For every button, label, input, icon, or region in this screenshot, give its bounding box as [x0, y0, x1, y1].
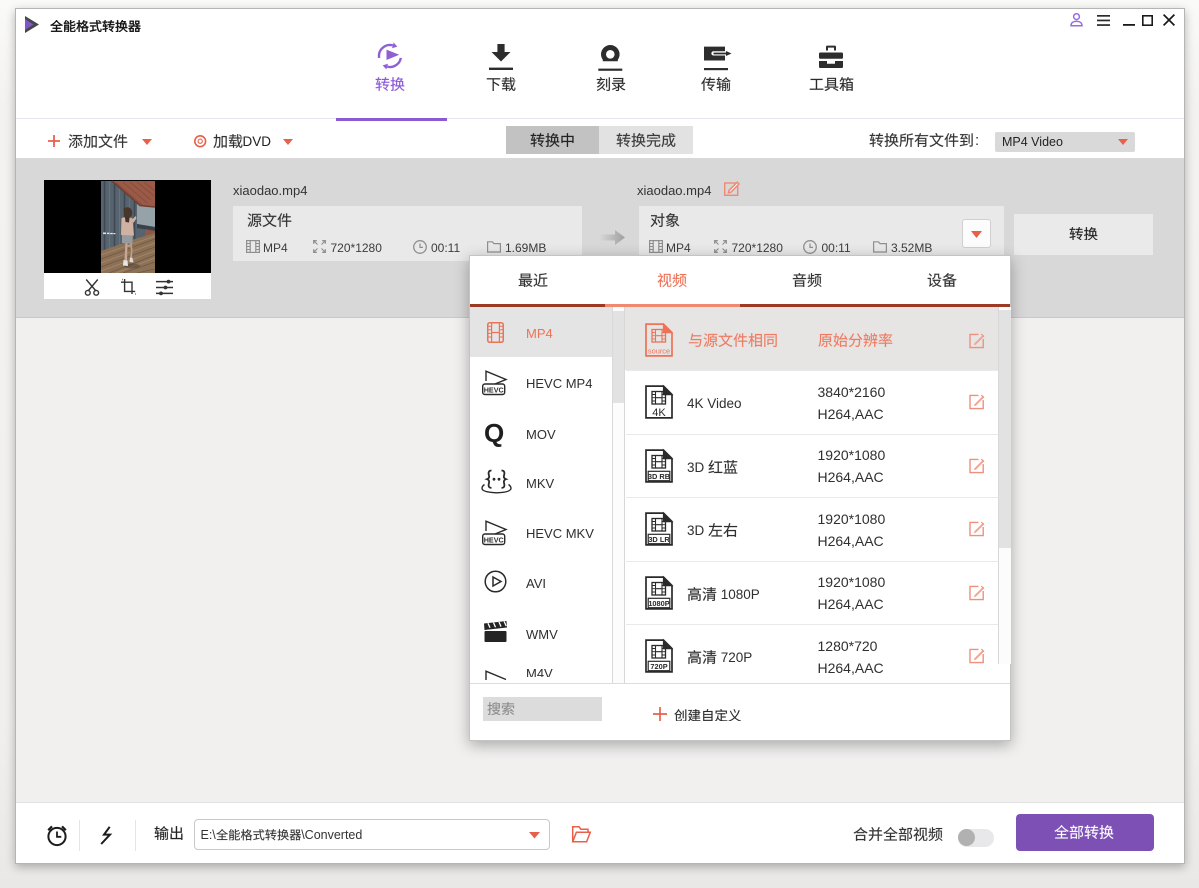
svg-text:4K: 4K	[652, 407, 666, 419]
svg-text:HEVC: HEVC	[484, 536, 504, 545]
svg-text:3D LR: 3D LR	[648, 535, 670, 544]
svg-text:Q: Q	[484, 418, 504, 448]
svg-text:720P: 720P	[650, 662, 667, 671]
svg-text:1080P: 1080P	[648, 598, 669, 607]
svg-text:source: source	[647, 346, 669, 355]
svg-text:HEVC: HEVC	[484, 386, 504, 395]
svg-text:3D RB: 3D RB	[647, 471, 669, 480]
